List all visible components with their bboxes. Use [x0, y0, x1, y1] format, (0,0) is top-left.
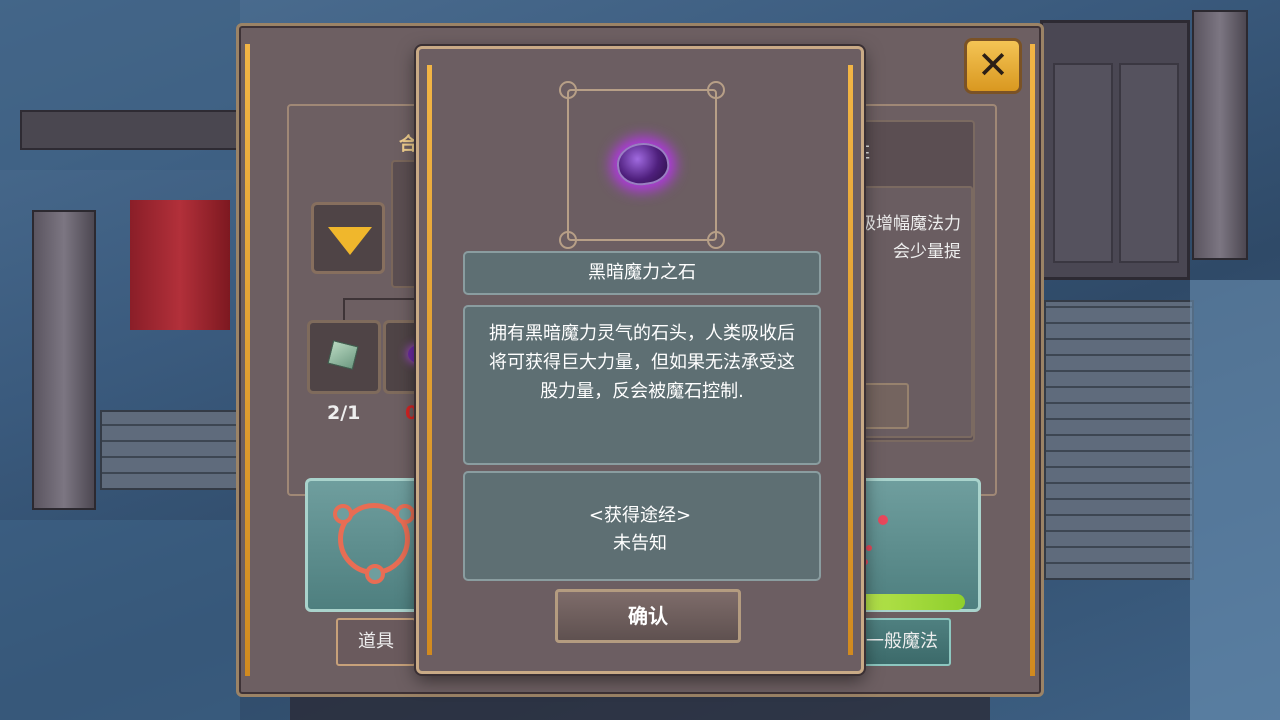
ingredient-count-1: 2/1: [327, 402, 361, 424]
scene-wardrobe: [1040, 20, 1190, 280]
recipe-section-title: 合: [399, 134, 417, 155]
scene-stone-wall-left: [100, 410, 240, 490]
item-detail-popup: 黑暗魔力之石 拥有黑暗魔力灵气的石头，人类吸收后将可获得巨大力量，但如果无法承受…: [416, 46, 864, 674]
popup-gold-trim-right: [848, 65, 853, 655]
scene-wall-top: [20, 110, 240, 150]
scene-floor-right: [1190, 280, 1280, 720]
scene-curtain: [130, 200, 230, 330]
scene-pillar-left: [32, 210, 96, 510]
panel-gold-trim-right: [1030, 44, 1035, 676]
tab-items[interactable]: 道具: [336, 618, 416, 666]
item-source-title: <获得途经>: [588, 505, 692, 526]
scene-stone-wall-right: [1044, 300, 1194, 580]
ingredient-slot-1[interactable]: [307, 320, 381, 394]
item-source-value: 未告知: [613, 533, 667, 554]
close-button[interactable]: ✕: [964, 38, 1022, 94]
scene-pillar-right: [1192, 10, 1248, 260]
tab-general-magic[interactable]: 一般魔法: [853, 618, 951, 666]
popup-gold-trim-left: [427, 65, 432, 655]
item-description: 拥有黑暗魔力灵气的石头，人类吸收后将可获得巨大力量，但如果无法承受这股力量，反会…: [489, 323, 795, 402]
panel-gold-trim-left: [245, 44, 250, 676]
magic-circle-desc: 级增幅魔法力会少量提: [859, 214, 961, 262]
red-dot-marker: [878, 515, 888, 525]
red-dot-marker-small: [866, 545, 872, 551]
scene-floor-left: [0, 520, 240, 720]
close-icon: ✕: [977, 43, 1009, 87]
item-name: 黑暗魔力之石: [463, 251, 821, 295]
confirm-button[interactable]: 确认: [555, 589, 741, 643]
expand-recipe-button[interactable]: [311, 202, 385, 274]
item-category-card[interactable]: [305, 478, 429, 612]
green-stone-icon: [327, 340, 359, 370]
magic-circle-icon: [333, 503, 415, 584]
magic-progress-bar: [861, 594, 965, 610]
triangle-down-icon: [328, 227, 372, 255]
